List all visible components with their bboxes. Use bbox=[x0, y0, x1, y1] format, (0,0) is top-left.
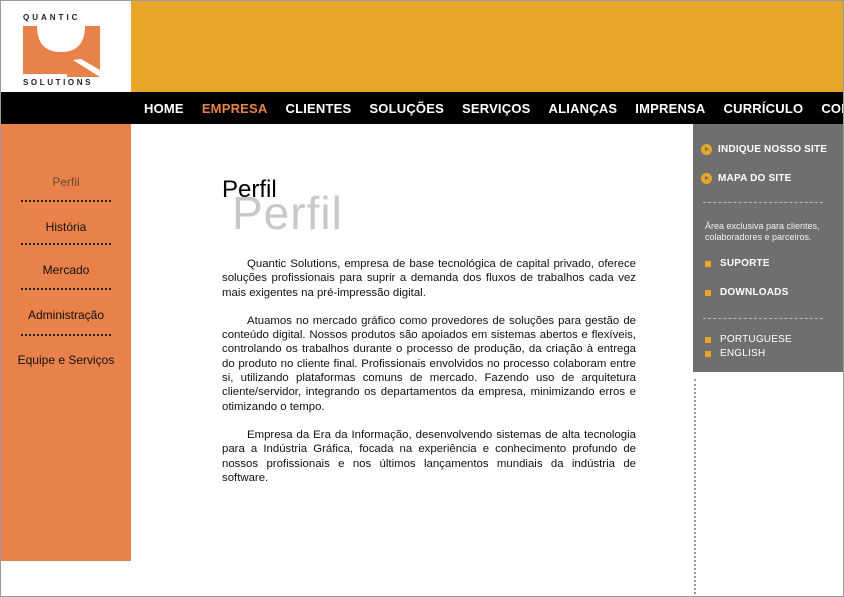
nav-imprensa[interactable]: IMPRENSA bbox=[635, 101, 705, 116]
nav-empresa[interactable]: EMPRESA bbox=[202, 101, 268, 116]
indique-site-link[interactable]: INDIQUE NOSSO SITE bbox=[718, 144, 827, 155]
vertical-divider bbox=[694, 379, 696, 594]
right-panel: INDIQUE NOSSO SITE MAPA DO SITE Área exc… bbox=[693, 124, 843, 372]
square-bullet-icon bbox=[705, 290, 711, 296]
nav-clientes[interactable]: CLIENTES bbox=[286, 101, 352, 116]
logo-top-text: QUANTIC bbox=[23, 13, 81, 22]
square-bullet-icon bbox=[705, 337, 711, 343]
language-portuguese[interactable]: PORTUGUESE bbox=[720, 334, 792, 345]
arrow-circle-icon bbox=[701, 144, 712, 155]
logo-bottom-text: SOLUTIONS bbox=[23, 78, 94, 87]
square-bullet-icon bbox=[705, 261, 711, 267]
nav-aliancas[interactable]: ALIANÇAS bbox=[549, 101, 618, 116]
site-map-link[interactable]: MAPA DO SITE bbox=[718, 173, 792, 184]
sidebar-item-equipe-servicos[interactable]: Equipe e Serviços bbox=[1, 353, 131, 367]
square-bullet-icon bbox=[705, 351, 711, 357]
arrow-circle-icon bbox=[701, 173, 712, 184]
sidebar-divider bbox=[21, 334, 111, 336]
sidebar-divider bbox=[21, 200, 111, 202]
paragraph: Atuamos no mercado gráfico como provedor… bbox=[222, 314, 636, 413]
nav-contato[interactable]: CONTATO bbox=[821, 101, 843, 116]
sidebar-divider bbox=[21, 288, 111, 290]
panel-divider bbox=[703, 202, 823, 203]
nav-solucoes[interactable]: SOLUÇÕES bbox=[369, 101, 444, 116]
q-logo-icon bbox=[23, 26, 100, 77]
paragraph: Quantic Solutions, empresa de base tecno… bbox=[222, 258, 636, 299]
logo[interactable]: QUANTIC SOLUTIONS bbox=[1, 1, 131, 92]
nav-servicos[interactable]: SERVIÇOS bbox=[462, 101, 531, 116]
nav-home[interactable]: HOME bbox=[144, 101, 184, 116]
page-title: Perfil bbox=[222, 176, 277, 203]
sidebar-item-historia[interactable]: História bbox=[1, 220, 131, 234]
downloads-link[interactable]: DOWNLOADS bbox=[720, 287, 788, 298]
language-english[interactable]: ENGLISH bbox=[720, 348, 765, 359]
paragraph: Empresa da Era da Informação, desenvolve… bbox=[222, 428, 636, 484]
sidebar-item-mercado[interactable]: Mercado bbox=[1, 263, 131, 277]
page-frame: QUANTIC SOLUTIONS HOME EMPRESA CLIENTES … bbox=[0, 0, 844, 597]
nav-curriculo[interactable]: CURRÍCULO bbox=[724, 101, 804, 116]
sidebar-item-administracao[interactable]: Administração bbox=[1, 308, 131, 322]
suporte-link[interactable]: SUPORTE bbox=[720, 258, 770, 269]
sidebar-item-perfil[interactable]: Perfil bbox=[1, 175, 131, 189]
content-body: Quantic Solutions, empresa de base tecno… bbox=[222, 257, 636, 499]
header-band bbox=[131, 1, 843, 92]
restricted-area-note: Área exclusiva para clientes, colaborado… bbox=[705, 221, 820, 242]
sidebar: Perfil História Mercado Administração Eq… bbox=[1, 124, 131, 561]
panel-divider bbox=[703, 318, 823, 319]
content-header: Perfil Perfil bbox=[222, 176, 637, 246]
main-nav: HOME EMPRESA CLIENTES SOLUÇÕES SERVIÇOS … bbox=[1, 92, 843, 124]
sidebar-divider bbox=[21, 243, 111, 245]
